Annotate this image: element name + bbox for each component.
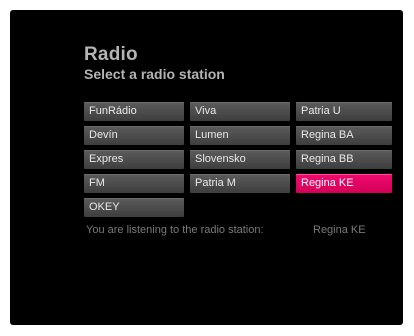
station-button-funradio[interactable]: FunRádio bbox=[84, 102, 184, 121]
station-button-regina-ke[interactable]: Regina KE bbox=[296, 174, 392, 193]
tv-screen: Radio Select a radio station FunRádio De… bbox=[10, 10, 403, 325]
now-playing-value: Regina KE bbox=[313, 224, 366, 236]
station-button-lumen[interactable]: Lumen bbox=[190, 126, 290, 145]
station-button-okey[interactable]: OKEY bbox=[84, 198, 184, 217]
station-button-devin[interactable]: Devín bbox=[84, 126, 184, 145]
station-button-slovensko[interactable]: Slovensko bbox=[190, 150, 290, 169]
station-button-regina-ba[interactable]: Regina BA bbox=[296, 126, 392, 145]
station-button-patria-m[interactable]: Patria M bbox=[190, 174, 290, 193]
now-playing-label: You are listening to the radio station: bbox=[86, 224, 264, 236]
station-button-regina-bb[interactable]: Regina BB bbox=[296, 150, 392, 169]
station-button-patria-u[interactable]: Patria U bbox=[296, 102, 392, 121]
page-subtitle: Select a radio station bbox=[84, 66, 225, 82]
station-button-viva[interactable]: Viva bbox=[190, 102, 290, 121]
station-button-fm[interactable]: FM bbox=[84, 174, 184, 193]
page-title: Radio bbox=[84, 44, 138, 65]
station-button-expres[interactable]: Expres bbox=[84, 150, 184, 169]
